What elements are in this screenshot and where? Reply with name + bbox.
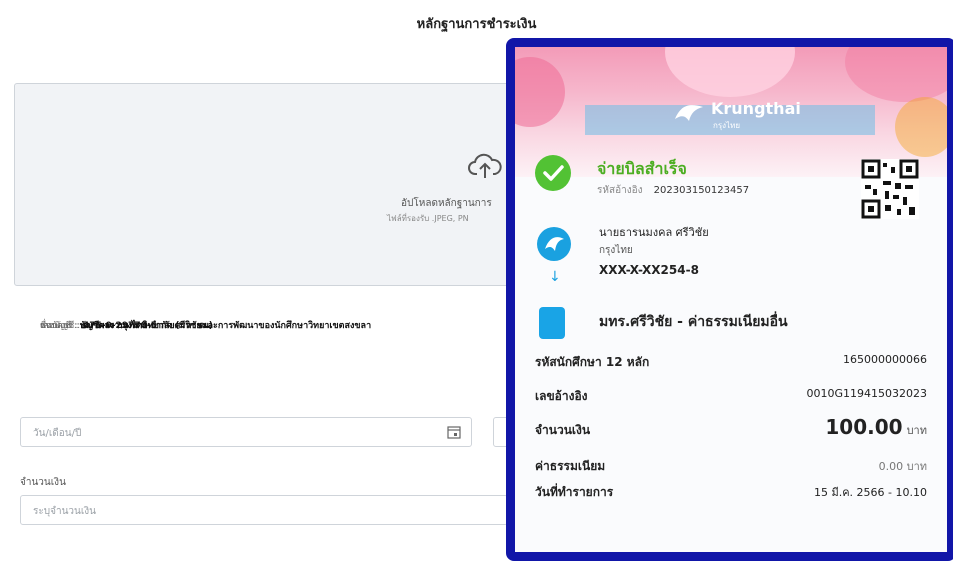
bank-sub: กรุงไทย — [713, 121, 741, 130]
biller-name: มทร.ศรีวิชัย - ค่าธรรมเนียมอื่น — [599, 314, 788, 330]
payer-account: XXX-X-XX254-8 — [599, 263, 699, 277]
amount-unit: บาท — [906, 424, 927, 437]
arrow-down-icon: ↓ — [549, 269, 561, 285]
upload-hint: ไฟล์ที่รองรับ .JPEG, PN — [387, 214, 469, 223]
krungthai-bird-icon — [675, 105, 703, 121]
info-value: บัญชีผลงานมหาวิทยาลัยศรีวิชัยและการพัฒนา… — [79, 321, 372, 331]
calendar-icon[interactable] — [447, 425, 461, 439]
upload-text: อัปโหลดหลักฐานการ — [401, 198, 492, 209]
amount-label: จำนวนเงิน — [20, 477, 66, 488]
bank-name: Krungthai — [711, 99, 801, 118]
slip-row-student-id: รหัสนักศึกษา 12 หลัก 165000000066 — [535, 353, 927, 377]
reference-value: 202303150123457 — [653, 185, 750, 196]
slip-row-label: ค่าธรรมเนียม — [535, 459, 606, 473]
slip-row-value: 0010G119415032023 — [806, 387, 927, 400]
reference-line: รหัสอ้างอิง 202303150123457 — [597, 183, 749, 198]
slip-row-value: 100.00 บาท — [825, 415, 927, 439]
slip-banner: Krungthai กรุงไทย — [515, 47, 947, 177]
slip-row-fee: ค่าธรรมเนียม 0.00 บาท — [535, 457, 927, 481]
payment-status: จ่ายบิลสำเร็จ — [597, 159, 687, 178]
amount-placeholder: ระบุจำนวนเงิน — [33, 506, 96, 517]
reference-label: รหัสอ้างอิง — [597, 185, 643, 196]
date-placeholder: วัน/เดือน/ปี — [33, 428, 82, 439]
slip-row-label: เลขอ้างอิง — [535, 389, 588, 403]
payer-bank: กรุงไทย — [599, 245, 633, 256]
page-title: หลักฐานการชำระเงิน — [416, 17, 537, 32]
slip-row-label: จำนวนเงิน — [535, 423, 591, 437]
slip-row-date: วันที่ทำรายการ 15 มี.ค. 2566 - 10.10 — [535, 483, 927, 507]
slip-row-value: 15 มี.ค. 2566 - 10.10 — [813, 486, 927, 499]
amount-input[interactable]: ระบุจำนวนเงิน — [20, 495, 508, 525]
info-label: ชื่อบัญชี : — [40, 321, 77, 331]
biller-icon — [539, 307, 565, 339]
slip-row-value: 165000000066 — [843, 353, 927, 366]
slip-row-reference: เลขอ้างอิง 0010G119415032023 — [535, 387, 927, 411]
info-row-account-name: ชื่อบัญชี : บัญชีผลงานมหาวิทยาลัยศรีวิชั… — [40, 318, 432, 342]
slip-row-label: รหัสนักศึกษา 12 หลัก — [535, 355, 650, 369]
success-check-icon — [535, 155, 571, 191]
slip-row-label: วันที่ทำรายการ — [535, 485, 614, 499]
payer-bank-icon — [537, 227, 571, 261]
cloud-upload-icon — [468, 153, 502, 178]
date-input[interactable]: วัน/เดือน/ปี — [20, 417, 472, 447]
payment-slip: Krungthai กรุงไทย จ่ายบิลสำเร็จ รหัสอ้าง… — [506, 38, 953, 561]
slip-row-amount: จำนวนเงิน 100.00 บาท — [535, 415, 927, 445]
payer-name: นายธารนมงคล ศรีวิชัย — [599, 226, 709, 239]
upload-dropzone[interactable]: อัปโหลดหลักฐานการ ไฟล์ที่รองรับ .JPEG, P… — [14, 83, 536, 286]
qr-code-icon — [861, 159, 919, 219]
amount-value: 100.00 — [825, 415, 903, 439]
slip-row-value: 0.00 บาท — [878, 460, 927, 473]
